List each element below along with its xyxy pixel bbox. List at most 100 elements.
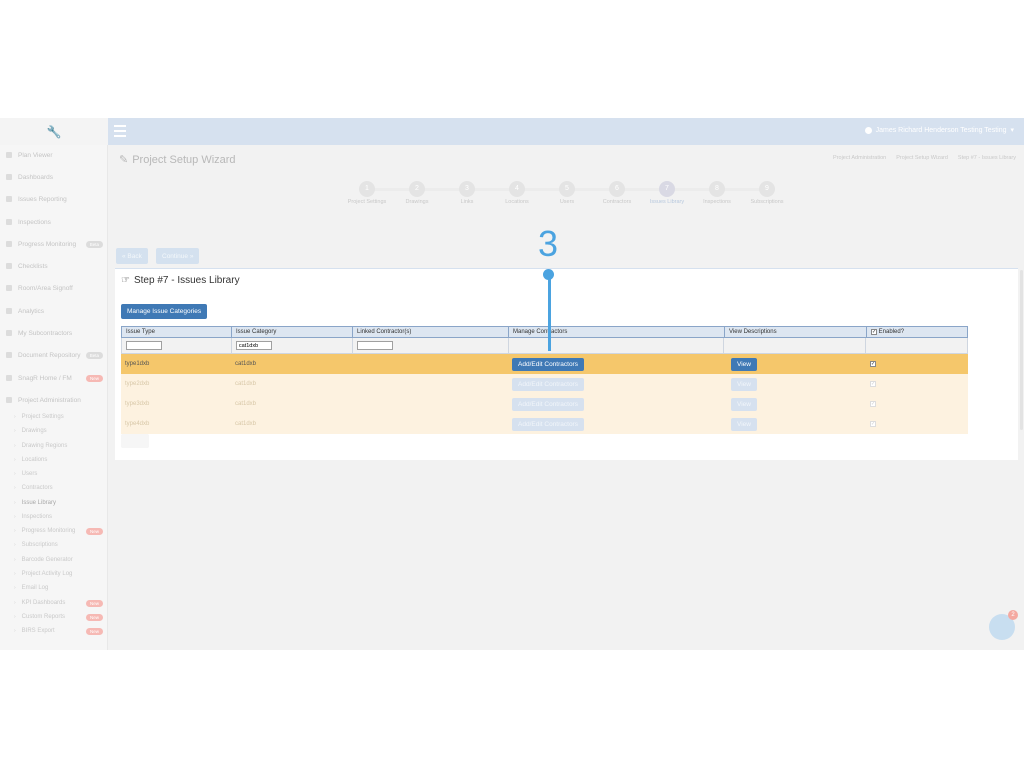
col-view-descriptions: View Descriptions bbox=[725, 327, 867, 337]
back-button[interactable]: « Back bbox=[116, 248, 148, 264]
sidebar-subitem-label: Barcode Generator bbox=[21, 557, 73, 563]
sidebar-item-project-administration[interactable]: Project Administration bbox=[6, 394, 106, 406]
add-edit-contractors-button[interactable]: Add/Edit Contractors bbox=[512, 357, 584, 371]
enabled-checkbox[interactable]: ✓ bbox=[870, 381, 876, 387]
wrench-icon: 🔧 bbox=[46, 124, 62, 139]
breadcrumb-project-administration[interactable]: Project Administration bbox=[833, 155, 886, 161]
table-row[interactable]: type2dxb cat1dxb Add/Edit Contractors Vi… bbox=[121, 374, 968, 394]
sidebar-item-document-repository[interactable]: Document Repository Beta bbox=[6, 349, 106, 361]
user-icon bbox=[864, 126, 872, 134]
wizard-step-1[interactable]: 1 Project Settings bbox=[342, 181, 392, 205]
view-descriptions-button[interactable]: View bbox=[731, 377, 757, 391]
wizard-step-7[interactable]: 7 Issues Library bbox=[642, 181, 692, 205]
sidebar-item-snagr-home[interactable]: SnagR Home / FM New bbox=[6, 372, 106, 384]
page-scrollbar[interactable] bbox=[1020, 270, 1023, 430]
sidebar-subitem-label: Drawing Regions bbox=[21, 443, 68, 449]
wizard-step-3[interactable]: 3 Links bbox=[442, 181, 492, 205]
sidebar-subitem-locations[interactable]: › Locations bbox=[14, 455, 106, 465]
sidebar-subitem-inspections[interactable]: › Inspections bbox=[14, 512, 106, 522]
filter-cell bbox=[122, 338, 232, 353]
select-all-checkbox[interactable]: ✓ bbox=[871, 329, 877, 335]
wizard-step-9[interactable]: 9 Subscriptions bbox=[742, 181, 792, 205]
bar-chart-icon bbox=[6, 308, 12, 314]
sidebar-item-label: Issues Reporting bbox=[18, 195, 67, 203]
add-edit-contractors-button[interactable]: Add/Edit Contractors bbox=[512, 377, 584, 391]
app-window: 🔧 James Richard Henderson Testing Testin… bbox=[0, 118, 1024, 650]
sidebar-item-plan-viewer[interactable]: Plan Viewer bbox=[6, 149, 106, 161]
chevron-right-icon: › bbox=[14, 585, 16, 591]
user-menu[interactable]: James Richard Henderson Testing Testing … bbox=[864, 126, 1014, 134]
search-icon bbox=[6, 219, 12, 225]
new-badge: New bbox=[85, 613, 103, 621]
sidebar-subitem-label: Locations bbox=[21, 457, 48, 463]
sidebar-subitem-birs-export[interactable]: › BIRS Export New bbox=[14, 626, 106, 636]
sidebar-subitem-users[interactable]: › Users bbox=[14, 469, 106, 479]
sidebar-subitem-project-settings[interactable]: › Project Settings bbox=[14, 412, 106, 422]
add-edit-contractors-button[interactable]: Add/Edit Contractors bbox=[512, 417, 584, 431]
filter-linked-contractors-input[interactable] bbox=[356, 341, 393, 350]
continue-button[interactable]: Continue » bbox=[156, 248, 200, 264]
map-marker-icon bbox=[6, 196, 12, 202]
manage-issue-categories-button[interactable]: Manage Issue Categories bbox=[121, 304, 208, 319]
sidebar-subitem-contractors[interactable]: › Contractors bbox=[14, 483, 106, 493]
breadcrumb-current-step: Step #7 - Issues Library bbox=[957, 155, 1016, 161]
sidebar-item-my-subcontractors[interactable]: My Subcontractors bbox=[6, 327, 106, 339]
chevron-right-icon: › bbox=[14, 443, 16, 449]
col-issue-category[interactable]: Issue Category bbox=[232, 327, 353, 337]
panel-title-text: Step #7 - Issues Library bbox=[133, 275, 240, 286]
main-content: ✎ Project Setup Wizard Project Administra… bbox=[109, 145, 1024, 650]
sidebar-subitem-drawings[interactable]: › Drawings bbox=[14, 426, 106, 436]
wizard-step-4[interactable]: 4 Locations bbox=[492, 181, 542, 205]
sidebar-subitem-project-activity-log[interactable]: › Project Activity Log bbox=[14, 569, 106, 579]
chevron-right-icon: › bbox=[14, 557, 16, 563]
hand-pointer-icon: ☞ bbox=[121, 275, 130, 286]
wizard-step-2[interactable]: 2 Drawings bbox=[392, 181, 442, 205]
wizard-step-8[interactable]: 8 Inspections bbox=[692, 181, 742, 205]
cell-issue-category: cat1dxb bbox=[235, 361, 257, 367]
view-descriptions-button[interactable]: View bbox=[731, 417, 757, 431]
breadcrumb-project-setup-wizard[interactable]: Project Setup Wizard bbox=[896, 155, 948, 161]
wizard-step-5[interactable]: 5 Users bbox=[542, 181, 592, 205]
sidebar-subitem-drawing-regions[interactable]: › Drawing Regions bbox=[14, 441, 106, 451]
sidebar-subitem-barcode-generator[interactable]: › Barcode Generator bbox=[14, 555, 106, 565]
cell-issue-type: type3dxb bbox=[125, 401, 150, 407]
enabled-checkbox[interactable]: ✓ bbox=[870, 401, 876, 407]
table-row[interactable]: type4dxb cat1dxb Add/Edit Contractors Vi… bbox=[121, 414, 968, 434]
filter-issue-category-input[interactable] bbox=[235, 341, 272, 350]
sidebar-item-dashboards[interactable]: Dashboards bbox=[6, 171, 106, 183]
sidebar-subitem-custom-reports[interactable]: › Custom Reports New bbox=[14, 612, 106, 622]
add-edit-contractors-button[interactable]: Add/Edit Contractors bbox=[512, 397, 584, 411]
sidebar-item-progress-monitoring[interactable]: Progress Monitoring Beta bbox=[6, 238, 106, 250]
col-linked-contractors[interactable]: Linked Contractor(s) bbox=[353, 327, 509, 337]
sidebar-subitem-issue-library[interactable]: › Issue Library bbox=[14, 498, 106, 508]
col-issue-type[interactable]: Issue Type bbox=[122, 327, 232, 337]
sidebar-item-inspections[interactable]: Inspections bbox=[6, 216, 106, 228]
cell-manage-contractors: Add/Edit Contractors bbox=[508, 394, 724, 414]
cell-issue-type: type4dxb bbox=[125, 421, 150, 427]
filter-cell bbox=[232, 338, 353, 353]
table-row[interactable]: type1dxb cat1dxb Add/Edit Contractors Vi… bbox=[121, 354, 968, 374]
filter-cell bbox=[724, 338, 867, 353]
view-descriptions-button[interactable]: View bbox=[731, 357, 757, 371]
filter-issue-type-input[interactable] bbox=[126, 341, 162, 350]
view-descriptions-button[interactable]: View bbox=[731, 397, 757, 411]
sidebar-item-issues-reporting[interactable]: Issues Reporting bbox=[6, 193, 106, 205]
sidebar-subitem-subscriptions[interactable]: › Subscriptions bbox=[14, 540, 106, 550]
sidebar-item-analytics[interactable]: Analytics bbox=[6, 305, 106, 317]
table-row[interactable]: type3dxb cat1dxb Add/Edit Contractors Vi… bbox=[121, 394, 968, 414]
cell-view-descriptions: View bbox=[724, 414, 866, 434]
wizard-step-6[interactable]: 6 Contractors bbox=[592, 181, 642, 205]
back-button-label: Back bbox=[127, 252, 142, 260]
menu-toggle-icon[interactable] bbox=[114, 125, 126, 137]
col-enabled[interactable]: ✓ Enabled? bbox=[867, 327, 967, 337]
sidebar-subitem-kpi-dashboards[interactable]: › KPI Dashboards New bbox=[14, 598, 106, 608]
enabled-checkbox[interactable]: ✓ bbox=[870, 361, 876, 367]
sidebar-item-checklists[interactable]: Checklists bbox=[6, 260, 106, 272]
step-label: Project Settings bbox=[347, 199, 387, 205]
chevron-right-icon: › bbox=[14, 428, 16, 434]
sidebar-subitem-progress-monitoring[interactable]: › Progress Monitoring New bbox=[14, 526, 106, 536]
table-pager[interactable] bbox=[121, 434, 149, 448]
sidebar-subitem-email-log[interactable]: › Email Log bbox=[14, 583, 106, 593]
sidebar-item-room-area-signoff[interactable]: Room/Area Signoff bbox=[6, 282, 106, 294]
enabled-checkbox[interactable]: ✓ bbox=[870, 421, 876, 427]
